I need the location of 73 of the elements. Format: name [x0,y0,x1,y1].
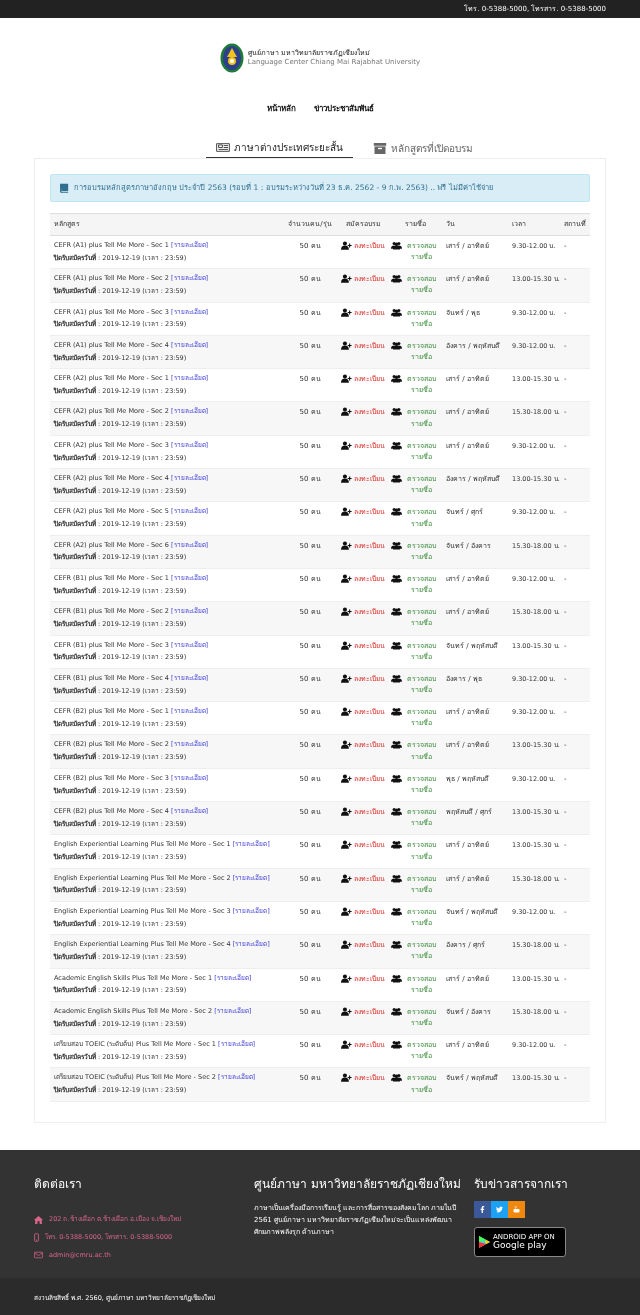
user-plus-icon [341,1040,352,1050]
user-plus-icon [341,940,352,950]
users-icon [390,573,402,583]
user-plus-icon [341,507,352,517]
user-plus-icon [341,607,352,617]
user-plus-icon [341,1073,352,1083]
users-icon [390,840,402,850]
users-icon [390,973,402,983]
tab[interactable]: หลักสูตรที่เปิดอบรม [362,141,483,158]
logo-icon [219,42,244,73]
user-plus-icon [341,307,352,317]
user-plus-icon [341,873,352,883]
user-plus-icon [341,540,352,550]
play-triangle-icon [479,1236,490,1248]
footer-heading: รับข่าวสารจากเรา [474,1176,568,1193]
users-icon [390,374,402,384]
youtube-icon [513,1206,520,1213]
users-icon [390,1040,402,1050]
users-icon [390,340,402,350]
users-icon [390,707,402,717]
users-icon [390,673,402,683]
footer-heading: ติดต่อเรา [34,1176,83,1193]
archive-box-icon [372,143,387,154]
user-plus-icon [341,640,352,650]
users-icon [390,1006,402,1016]
user-plus-icon [341,407,352,417]
user-plus-icon [341,673,352,683]
user-plus-icon [341,274,352,284]
user-plus-icon [341,1006,352,1016]
home-icon [34,1215,43,1224]
user-plus-icon [341,374,352,384]
users-icon [390,440,402,450]
users-icon [390,407,402,417]
user-plus-icon [341,474,352,484]
users-icon [390,1073,402,1083]
users-icon [390,607,402,617]
users-icon [390,274,402,284]
footer-heading: ศูนย์ภาษา มหาวิทยาลัยราชภัฏเชียงใหม่ [254,1176,462,1193]
user-plus-icon [341,241,352,250]
tab[interactable]: ภาษาต่างประเทศระยะสั้น [205,140,353,158]
users-icon [390,906,402,916]
users-icon [390,640,402,650]
users-icon [390,773,402,783]
book-icon [59,183,69,193]
users-icon [390,873,402,883]
user-plus-icon [341,807,352,817]
users-icon [390,241,402,250]
social-button[interactable] [491,1201,508,1218]
users-icon [390,940,402,950]
envelope-icon [34,1251,43,1260]
users-icon [390,474,402,484]
nav-link[interactable]: ข่าวประชาสัมพันธ์ [313,103,374,119]
user-plus-icon [341,773,352,783]
user-plus-icon [341,740,352,750]
users-icon [390,807,402,817]
user-plus-icon [341,573,352,583]
users-icon [390,540,402,550]
users-icon [390,507,402,517]
users-icon [390,307,402,317]
social-button[interactable] [474,1201,491,1218]
user-plus-icon [341,840,352,850]
mobile-phone-icon [34,1233,39,1243]
user-plus-icon [341,973,352,983]
user-plus-icon [341,906,352,916]
nav-link[interactable]: หน้าหลัก [266,103,296,119]
user-plus-icon [341,440,352,450]
bird-icon [496,1206,503,1213]
facebook-icon [479,1206,486,1213]
user-plus-icon [341,707,352,717]
newspaper-icon [215,142,230,153]
users-icon [390,740,402,750]
user-plus-icon [341,340,352,350]
badge-title: Google play [493,1241,548,1250]
